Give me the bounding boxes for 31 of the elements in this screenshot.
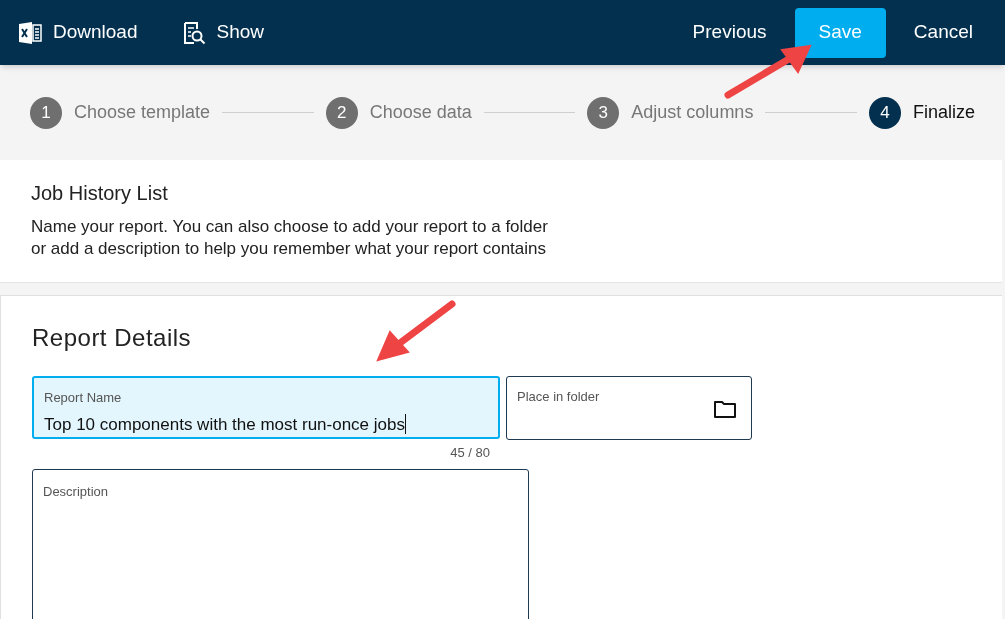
character-counter: 45 / 80	[450, 444, 490, 462]
field-label: Description	[43, 482, 110, 501]
step-number: 2	[325, 96, 358, 129]
section-title: Job History List	[31, 181, 169, 206]
field-value: Top 10 components with the most run-once jobs	[44, 413, 405, 436]
step-label: Choose data	[369, 101, 472, 124]
spreadsheet-icon	[18, 20, 42, 45]
step-label: Choose template	[74, 101, 211, 124]
step-number: 4	[868, 96, 901, 129]
field-label: Report Name	[44, 389, 123, 407]
toolbar-button[interactable]: Cancel	[897, 7, 989, 58]
step-number: 1	[30, 96, 62, 129]
description-field[interactable]: Description	[32, 468, 529, 619]
report-name-field[interactable]: Report Name Top 10 components with the most run-once jobs	[32, 376, 500, 439]
show-button[interactable]: Show	[181, 18, 265, 47]
step-label: Finalize	[912, 101, 975, 124]
wizard-step[interactable]: 3 Adjust columns	[587, 96, 754, 129]
step-number: 3	[587, 96, 620, 129]
step-label: Adjust columns	[631, 101, 754, 124]
folder-icon	[713, 399, 737, 419]
document-search-icon	[181, 20, 206, 45]
description-text: Name your report. You can also choose to add your report to a folder or add a description to help you remember what your report contains	[31, 216, 549, 260]
wizard-step[interactable]: 4 Finalize	[868, 96, 975, 129]
text-cursor	[405, 414, 406, 435]
wizard-step[interactable]: 1 Choose template	[30, 96, 211, 129]
section-title: Report Details	[32, 323, 192, 353]
download-button[interactable]: Download	[18, 18, 138, 47]
wizard-step[interactable]: 2 Choose data	[325, 96, 472, 129]
field-label: Place in folder	[517, 388, 600, 406]
folder-field[interactable]: Place in folder	[506, 376, 752, 440]
toolbar-button[interactable]: Previous	[676, 7, 783, 58]
